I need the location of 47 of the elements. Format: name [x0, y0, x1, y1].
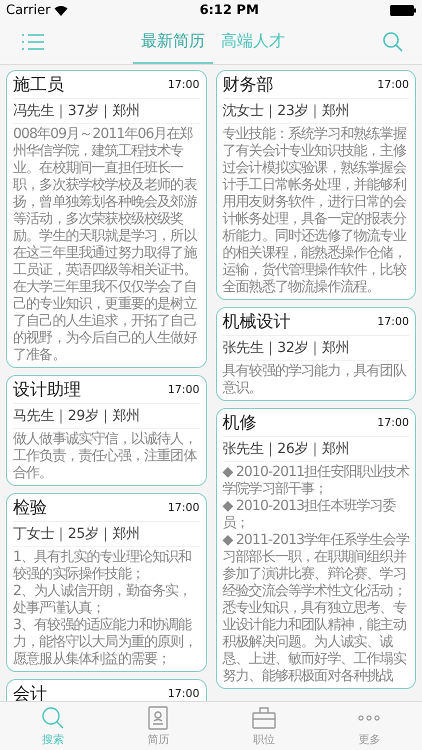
wifi-icon: [54, 4, 68, 16]
resume-summary: 专业技能：系统学习和熟练掌握了有关会计专业知识技能，主修过会计模拟实验课，熟练掌握会计手工日常帐务处理，并能够利用用友财务软件，进行日常的会计帐务处理，具备一定的报表分析能力。同时还选修了物流专业的相关课程，能熟悉操作仓储，运输，货代管理操作软件，比较全面熟悉了物流操作流程。: [222, 126, 408, 296]
resume-card[interactable]: 机修 17:00 张先生｜26岁｜郑州 ◆ 2010-2011担任安阳职业技术学院学习部干事； ◆ 2010-2013担任本班学习委员； ◆ 2011-2013学年任系学生会学习部部长一职，在职期间组织并参加了演讲比赛、辩论赛、学习经验交流会等学术性文化活动； 悉专业知识，具有独立思考、专业设计能力和团队精神，能主动积极解决问题。为人诚实、诚恳、上进、敏而好学、工作塌实努力、能够积极面对各种挑战: [216, 408, 416, 689]
resume-summary: ◆ 2010-2011担任安阳职业技术学院学习部干事；: [222, 464, 409, 498]
candidate-info: 张先生｜32岁｜郑州: [222, 336, 409, 361]
resume-summary: 具有较强的学习能力，具有团队意识。: [222, 363, 408, 397]
resume-card[interactable]: 设计助理 17:00 马先生｜29岁｜郑州 做人做事诚实守信，以诚待人，工作负责，责任心强，注重团体合作。: [6, 375, 206, 486]
job-title: 设计助理: [13, 379, 81, 401]
resume-card[interactable]: 机械设计 17:00 张先生｜32岁｜郑州 具有较强的学习能力，具有团队意识。: [216, 307, 416, 401]
candidate-info: 冯先生｜37岁｜郑州: [13, 99, 200, 124]
resume-summary: 悉专业知识，具有独立思考、专业设计能力和团队精神，能主动积极解决问题。为人诚实、诚恳、上进、敏而好学、工作塌实努力、能够积极面对各种挑战: [222, 600, 408, 685]
job-title: 财务部: [222, 74, 274, 96]
search-icon[interactable]: [382, 31, 404, 53]
job-title: 机修: [222, 412, 256, 434]
candidate-info: 沈女士｜23岁｜郑州: [222, 99, 409, 124]
resume-summary: 008年09月～2011年06月在郑州华信学院，建筑工程技术专业。在校期间一直担任班长一职，多次获学校学校及老师的表扬，曾单独筹划各种晚会及郊游等活动，多次荣获校级校级奖励。学生的天职就是学习，所以在这三年里我通过努力取得了施工员证，英语四级等相关证书。在大学三年里我不仅仅学会了自己的专业知识，更重要的是树立了自己的人生追求，开拓了自己的视野，为今后自己的人生做好了准备。: [13, 126, 198, 364]
post-time: 17:00: [377, 416, 409, 429]
resume-card[interactable]: [6, 70, 206, 368]
job-title: 施工员: [13, 74, 64, 96]
resume-summary: 1、具有扎实的专业理论知识和较强的实际操作技能；: [13, 549, 192, 583]
briefcase-icon: [250, 705, 277, 731]
resume-card[interactable]: 会计 17:00: [6, 679, 206, 701]
post-time: 17:00: [168, 687, 200, 700]
resume-summary: 做人做事诚实守信，以诚待人，工作负责，责任心强，注重团体合作。: [13, 431, 198, 482]
post-time: 17:00: [377, 78, 409, 91]
job-title: 会计: [13, 683, 47, 701]
candidate-info: 张先生｜26岁｜郑州: [222, 437, 409, 462]
carrier-label: Carrier: [6, 2, 50, 18]
status-time: 6:12 PM: [200, 2, 259, 18]
job-title: 检验: [13, 497, 47, 519]
resume-summary: ◆ 2010-2013担任本班学习委员；: [222, 498, 397, 532]
battery-icon: [390, 4, 416, 16]
candidate-info: 丁女士｜25岁｜郑州: [13, 522, 200, 547]
resume-card[interactable]: 财务部 17:00 沈女士｜23岁｜郑州 专业技能：系统学习和熟练掌握了有关会计专业知识技能，主修过会计模拟实验课，熟练掌握会计手工日常帐务处理，并能够利用用友财务软件，进行日常的会计帐务处理，具备一定的报表分析能力。同时还选修了物流专业的相关课程，能熟悉操作仓储，运输，货代管理操作软件，比较全面熟悉了物流操作流程。: [216, 70, 416, 300]
post-time: 17:00: [168, 383, 200, 396]
post-time: 17:00: [377, 315, 409, 328]
resume-summary: 3、有较强的适应能力和协调能力，能恪守以大局为重的原则，愿意服从集体利益的需要；: [13, 617, 198, 668]
more-icon: [358, 715, 380, 721]
menu-icon[interactable]: [22, 34, 44, 50]
post-time: 17:00: [168, 78, 200, 91]
job-title: 机械设计: [222, 311, 290, 333]
candidate-info: 马先生｜29岁｜郑州: [13, 404, 200, 429]
search-icon: [40, 705, 66, 731]
resume-card[interactable]: 检验 17:00 丁女士｜25岁｜郑州 1、具有扎实的专业理论知识和较强的实际操作技能； 2、为人诚信开朗，勤奋务实，处事严谨认真； 3、有较强的适应能力和协调能力，能恪守以大局为重的原则，愿意服从集体利益的需要；: [6, 493, 206, 672]
resume-summary: ◆ 2011-2013学年任系学生会学习部部长一职，在职期间组织并参加了演讲比赛、辩论赛、学习经验交流会等学术性文化活动；: [222, 532, 409, 600]
post-time: 17:00: [168, 501, 200, 514]
resume-summary: 2、为人诚信开朗，勤奋务实，处事严谨认真；: [13, 583, 192, 617]
